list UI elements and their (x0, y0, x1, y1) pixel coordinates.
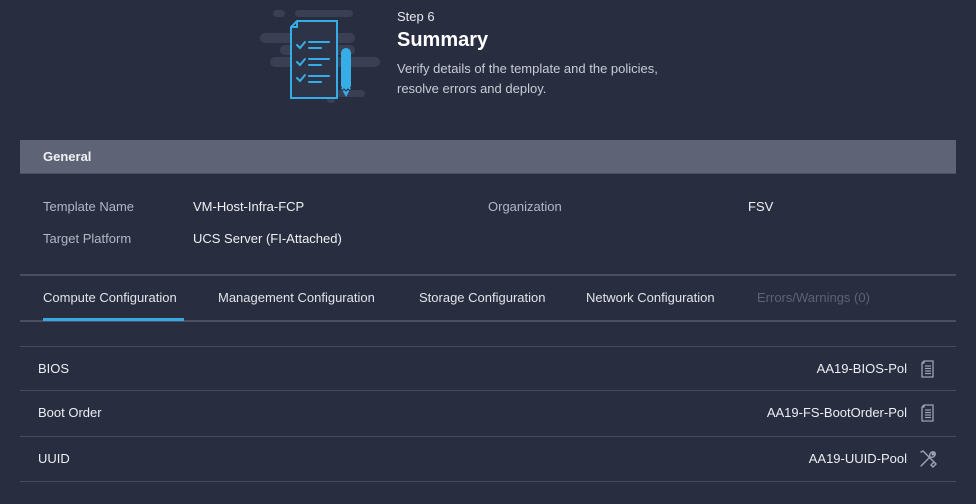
active-tab-indicator (43, 318, 184, 321)
tabs-top-divider (20, 274, 956, 276)
template-name-label: Template Name (43, 199, 135, 214)
organization-value: FSV (748, 199, 774, 214)
row-value: AA19-FS-BootOrder-Pol (766, 405, 907, 420)
document-icon[interactable] (918, 403, 938, 423)
wizard-step-heading: Step 6 Summary Verify details of the tem… (397, 9, 697, 99)
template-name-value: VM-Host-Infra-FCP (193, 199, 305, 214)
organization-label: Organization (488, 199, 562, 214)
target-platform-value: UCS Server (FI-Attached) (193, 231, 342, 246)
step-label: Step 6 (397, 9, 435, 24)
row-divider (20, 390, 956, 391)
tab-storage-configuration[interactable]: Storage Configuration (419, 290, 545, 306)
tab-management-configuration[interactable]: Management Configuration (218, 290, 375, 306)
row-label: UUID (38, 451, 70, 466)
summary-page: Step 6 Summary Verify details of the tem… (0, 0, 976, 504)
general-section-title: General (43, 149, 92, 164)
page-description: Verify details of the template and the p… (397, 61, 658, 96)
row-divider (20, 436, 956, 437)
tools-icon[interactable] (918, 449, 938, 469)
tab-compute-configuration[interactable]: Compute Configuration (43, 290, 177, 306)
row-value: AA19-UUID-Pool (808, 451, 907, 466)
document-icon[interactable] (918, 359, 938, 379)
row-label: Boot Order (38, 405, 102, 420)
row-divider (20, 481, 956, 482)
row-value: AA19-BIOS-Pol (816, 361, 907, 376)
page-title: Summary (397, 29, 489, 51)
tab-errors-warnings: Errors/Warnings (0) (757, 290, 870, 305)
general-section-header: General (20, 140, 956, 174)
tab-network-configuration[interactable]: Network Configuration (586, 290, 715, 306)
row-divider (20, 346, 956, 347)
target-platform-label: Target Platform (43, 231, 132, 246)
checklist-document-icon (260, 10, 380, 103)
row-label: BIOS (38, 361, 70, 376)
